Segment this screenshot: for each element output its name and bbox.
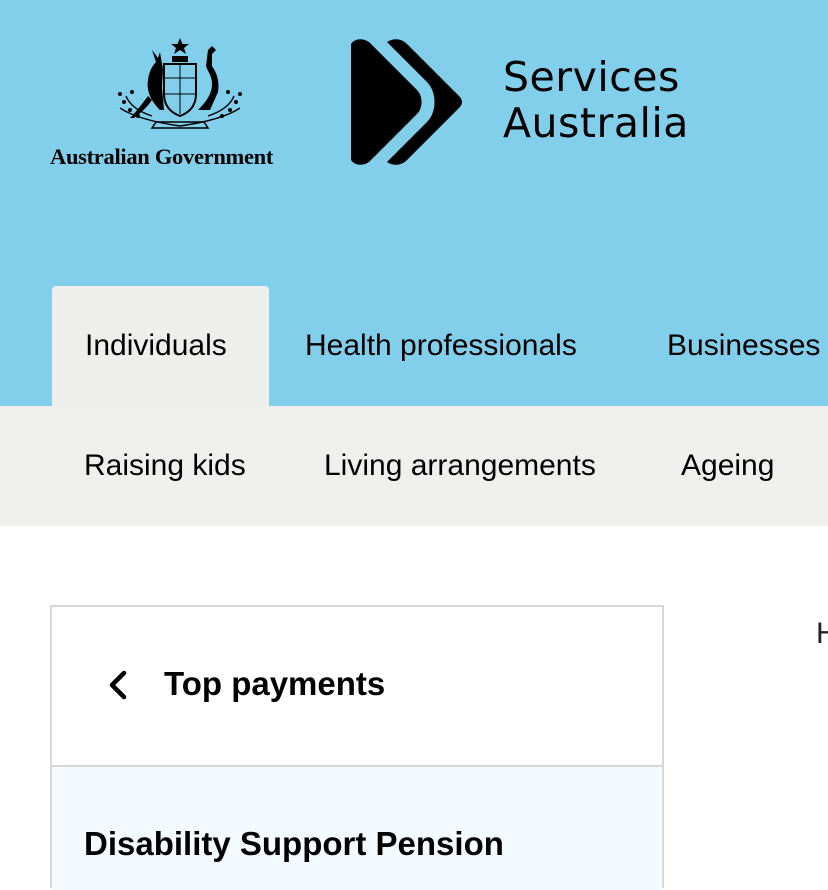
chevron-left-icon[interactable] [104,669,132,701]
tab-individuals[interactable]: Individuals [52,286,269,406]
tab-label: Individuals [85,329,227,362]
current-item-label: Disability Support Pension [84,825,504,862]
services-australia-logo-icon[interactable] [347,38,465,166]
subnav-item-raising-kids[interactable]: Raising kids [84,406,246,526]
tab-label: Health professionals [305,329,577,362]
coat-of-arms-icon [118,38,242,129]
side-menu: Top payments Disability Support Pension [50,605,664,890]
agency-name-line2: Australia [503,99,689,147]
site-header: Australian Government Services Australia… [0,0,828,406]
subnav-item-ageing[interactable]: Ageing [681,406,774,526]
government-name: Australian Government [50,144,274,169]
agency-name-line1: Services [503,53,680,101]
subnav-item-living-arrangements[interactable]: Living arrangements [324,406,596,526]
audience-tabs: Individuals Health professionals Busines… [0,286,828,406]
side-menu-current-item[interactable]: Disability Support Pension [52,767,662,890]
side-menu-title[interactable]: Top payments [164,665,385,703]
topic-subnav: Raising kids Living arrangements Ageing [0,406,828,526]
tab-health-professionals[interactable]: Health professionals [272,286,610,406]
australian-government-logo[interactable]: Australian Government [50,36,312,170]
agency-name: Services Australia [503,54,689,146]
tab-label: Businesses [667,329,821,362]
tab-businesses[interactable]: Businesses [634,286,828,406]
content-heading-clipped: H [816,617,828,650]
side-menu-header[interactable]: Top payments [52,607,662,767]
